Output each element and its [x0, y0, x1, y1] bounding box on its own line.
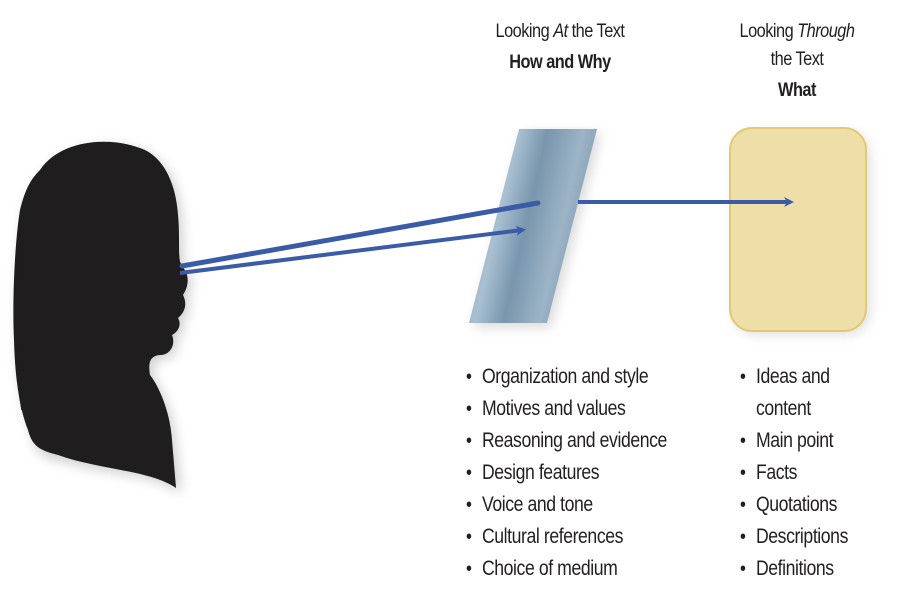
list-item: Descriptions	[740, 521, 848, 553]
list-item: Facts	[740, 457, 848, 489]
list-item: Organization and style	[466, 361, 667, 393]
list-item: Reasoning and evidence	[466, 425, 667, 457]
list-item: Ideas and	[740, 361, 848, 393]
list-item: Voice and tone	[466, 489, 667, 521]
looking-at-list: Organization and style Motives and value…	[466, 361, 667, 585]
heading-text: Looking	[495, 21, 554, 42]
list-item-continuation: content	[755, 397, 811, 420]
looking-at-heading: Looking At the Text How and Why	[474, 18, 646, 77]
list-item: Motives and values	[466, 393, 667, 425]
list-item: Quotations	[740, 489, 848, 521]
glass-panel	[469, 129, 601, 327]
list-item: Choice of medium	[466, 553, 667, 585]
list-item: Main point	[740, 425, 848, 457]
how-and-why-subheading: How and Why	[509, 52, 611, 73]
heading-text: Looking	[739, 21, 798, 42]
list-item: Design features	[466, 457, 667, 489]
heading-emphasis: At	[553, 21, 568, 42]
list-item: Cultural references	[466, 521, 667, 553]
list-item: Definitions	[740, 553, 848, 585]
content-box	[729, 127, 870, 335]
heading-text: the Text	[567, 21, 625, 42]
looking-through-list: Ideas and content Main point Facts Quota…	[740, 361, 848, 585]
heading-emphasis: Through	[797, 21, 855, 42]
looking-through-heading: Looking Through the Text What	[711, 18, 883, 105]
silhouette-icon	[13, 141, 192, 494]
what-subheading: What	[778, 80, 816, 101]
heading-text: the Text	[770, 49, 824, 70]
